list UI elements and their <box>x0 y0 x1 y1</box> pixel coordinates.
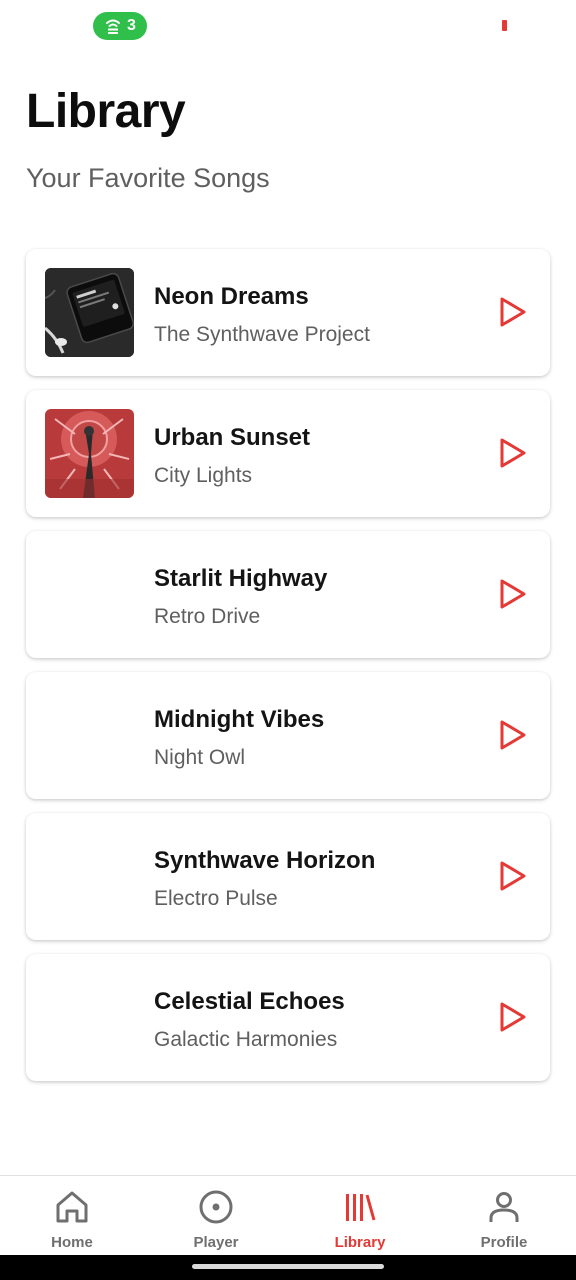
play-icon <box>500 1002 526 1032</box>
song-title: Synthwave Horizon <box>154 847 376 874</box>
song-artist: Night Owl <box>154 746 246 769</box>
song-card[interactable]: Starlit Highway Retro Drive <box>26 531 550 658</box>
play-icon <box>500 720 526 750</box>
play-icon <box>500 297 526 327</box>
library-screen: 3 Library Your Favorite Songs Neon Dream… <box>0 0 576 1280</box>
song-card[interactable]: Midnight Vibes Night Owl <box>26 672 550 799</box>
nav-label-profile: Profile <box>480 1234 528 1251</box>
song-artist: Galactic Harmonies <box>154 1028 338 1051</box>
nav-label-home: Home <box>51 1234 93 1251</box>
bottom-nav: Home Player Library Profile <box>0 1175 576 1255</box>
gesture-bar <box>0 1255 576 1280</box>
song-card[interactable]: Celestial Echoes Galactic Harmonies <box>26 954 550 1081</box>
song-card[interactable]: Synthwave Horizon Electro Pulse <box>26 813 550 940</box>
nav-item-library[interactable]: Library <box>288 1176 432 1255</box>
play-button[interactable] <box>496 577 530 611</box>
song-artist: Retro Drive <box>154 605 261 628</box>
library-icon <box>346 1194 376 1221</box>
song-title: Celestial Echoes <box>154 988 345 1015</box>
page-subtitle: Your Favorite Songs <box>26 163 270 193</box>
home-icon <box>56 1191 88 1223</box>
song-artist: City Lights <box>154 464 253 487</box>
nav-label-player: Player <box>193 1234 239 1251</box>
play-icon <box>500 438 526 468</box>
song-artist: Electro Pulse <box>154 887 278 910</box>
song-title: Midnight Vibes <box>154 706 325 733</box>
hotspot-indicator[interactable]: 3 <box>93 12 147 40</box>
nav-label-library: Library <box>334 1234 386 1251</box>
status-bar: 3 <box>0 0 576 52</box>
song-artist: The Synthwave Project <box>154 323 370 346</box>
album-art-image <box>45 268 134 357</box>
play-icon <box>500 861 526 891</box>
song-title: Urban Sunset <box>154 424 311 451</box>
page-title: Library <box>26 85 186 138</box>
play-button[interactable] <box>496 436 530 470</box>
disc-icon <box>199 1190 233 1224</box>
play-button[interactable] <box>496 1000 530 1034</box>
album-art <box>45 409 134 498</box>
play-button[interactable] <box>496 718 530 752</box>
nav-item-home[interactable]: Home <box>0 1176 144 1255</box>
nav-item-profile[interactable]: Profile <box>432 1176 576 1255</box>
play-button[interactable] <box>496 859 530 893</box>
gesture-handle[interactable] <box>192 1264 384 1269</box>
song-list: Neon Dreams The Synthwave Project Urban … <box>26 249 550 1095</box>
song-card[interactable]: Neon Dreams The Synthwave Project <box>26 249 550 376</box>
battery-indicator <box>502 20 507 31</box>
hotspot-count: 3 <box>127 17 136 34</box>
song-card[interactable]: Urban Sunset City Lights <box>26 390 550 517</box>
album-art <box>45 268 134 357</box>
person-icon <box>489 1192 519 1222</box>
nav-item-player[interactable]: Player <box>144 1176 288 1255</box>
play-icon <box>500 579 526 609</box>
play-button[interactable] <box>496 295 530 329</box>
song-title: Starlit Highway <box>154 565 328 592</box>
hotspot-icon <box>106 19 121 34</box>
album-art-image <box>45 409 134 498</box>
song-title: Neon Dreams <box>154 283 309 310</box>
